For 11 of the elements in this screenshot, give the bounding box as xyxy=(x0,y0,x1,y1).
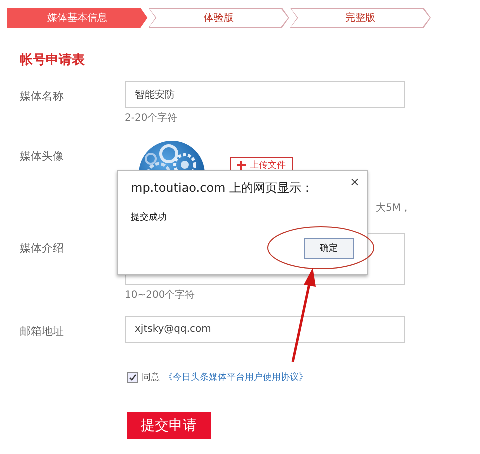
form-title: 帐号申请表 xyxy=(20,52,86,70)
field-label: 邮箱地址 xyxy=(20,324,64,340)
hint-text: 2-20个字符 xyxy=(125,112,178,125)
hint-text: 10~200个字符 xyxy=(125,288,196,302)
field-label: 媒体名称 xyxy=(20,89,64,105)
agree-label: 同意 xyxy=(142,372,160,384)
dialog-title: mp.toutiao.com 上的网页显示： xyxy=(131,180,314,197)
dialog-message: 提交成功 xyxy=(131,212,167,224)
hint-text: 大5M， xyxy=(376,202,411,215)
field-label: 媒体头像 xyxy=(20,149,64,165)
field-label: 媒体介绍 xyxy=(20,241,64,257)
